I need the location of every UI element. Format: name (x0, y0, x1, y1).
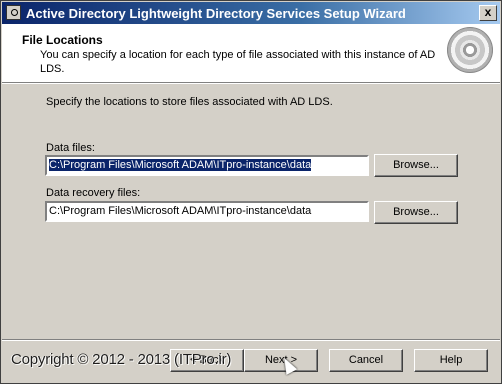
data-recovery-files-browse-button[interactable]: Browse... (374, 201, 458, 224)
footer-divider (2, 339, 500, 341)
copyright-watermark: Copyright © 2012 - 2013 (ITPro.ir) (11, 351, 232, 368)
app-icon (6, 5, 21, 20)
cd-disc-icon (447, 27, 493, 73)
data-recovery-files-label: Data recovery files: (46, 187, 141, 199)
instruction-text: Specify the locations to store files ass… (46, 96, 333, 108)
page-description: You can specify a location for each type… (40, 49, 436, 75)
data-recovery-files-input[interactable]: C:\Program Files\Microsoft ADAM\ITpro-in… (45, 201, 369, 222)
cancel-button[interactable]: Cancel (329, 349, 403, 372)
setup-wizard-window: Active Directory Lightweight Directory S… (0, 0, 502, 384)
close-button[interactable]: x (479, 5, 497, 21)
window-title: Active Directory Lightweight Directory S… (26, 6, 406, 21)
data-files-label: Data files: (46, 142, 95, 154)
header-divider (2, 83, 500, 84)
page-title: File Locations (22, 33, 103, 47)
data-files-browse-button[interactable]: Browse... (374, 154, 458, 177)
data-files-value: C:\Program Files\Microsoft ADAM\ITpro-in… (49, 159, 312, 171)
title-bar[interactable]: Active Directory Lightweight Directory S… (2, 2, 500, 24)
wizard-header: File Locations You can specify a locatio… (2, 24, 500, 83)
help-button[interactable]: Help (414, 349, 488, 372)
data-files-input[interactable]: C:\Program Files\Microsoft ADAM\ITpro-in… (45, 155, 369, 176)
